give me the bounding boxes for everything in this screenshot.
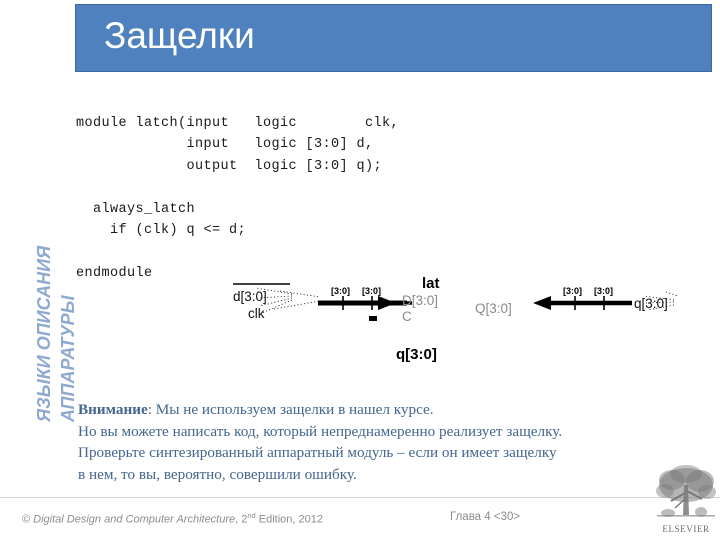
footer-book-title: Digital Design and Computer Architecture <box>33 513 236 526</box>
bus-width-label-1: [3:0] <box>331 286 350 296</box>
diagram-output-q-label: q[3:0] <box>634 296 668 311</box>
note-line-4: в нем, то вы, вероятно, совершили ошибку… <box>78 465 357 483</box>
bus-width-label-4: [3:0] <box>594 286 613 296</box>
note-emphasis: Внимание <box>78 401 148 418</box>
elsevier-wordmark: ELSEVIER <box>662 524 710 534</box>
note-line-1: Внимание: Мы не используем защелки в наш… <box>78 399 658 421</box>
latch-schematic-diagram: d[3:0] clk [3:0] [3:0] lat D[3:0] C Q[3:… <box>200 272 680 382</box>
diagram-bottom-output-label: q[3:0] <box>396 346 437 363</box>
port-q-label: Q[3:0] <box>475 301 512 316</box>
footer-divider <box>0 497 720 498</box>
sidebar-caption-line1: ЯЗЫКИ ОПИСАНИЯ <box>34 245 54 422</box>
footer-chapter-number: Глава 4 <30> <box>450 511 521 523</box>
component-name-label: lat <box>422 275 440 292</box>
port-d-label: D[3:0] <box>402 293 438 308</box>
diagram-input-clk-label: clk <box>248 306 265 321</box>
clk-stub-marker <box>369 316 377 321</box>
bus-width-label-2: [3:0] <box>362 286 381 296</box>
footer-edition-suffix: Edition, 2012 <box>255 513 323 526</box>
page-title: Защелки <box>104 15 255 56</box>
note-line-1-rest: : Мы не используем защелки в нашел курсе… <box>147 401 434 418</box>
copyright-symbol: © <box>22 513 31 526</box>
warning-note: Внимание: Мы не используем защелки в наш… <box>78 399 658 485</box>
diagram-input-d-label: d[3:0] <box>233 289 267 304</box>
port-c-label: C <box>402 309 412 324</box>
slide-title-bar: Защелки <box>75 4 712 72</box>
bus-arrowhead-left <box>378 296 396 310</box>
footer-edition-ordinal: nd <box>247 511 256 520</box>
footer-copyright: © Digital Design and Computer Architectu… <box>22 511 323 526</box>
note-line-2: Но вы можете написать код, который непре… <box>78 422 563 440</box>
bus-width-label-3: [3:0] <box>563 286 582 296</box>
verilog-code-block: module latch(input logic clk, input logi… <box>76 115 400 282</box>
footer-edition-prefix: , 2 <box>235 513 248 526</box>
note-line-3: Проверьте синтезированный аппаратный мод… <box>78 444 557 461</box>
bus-arrowhead-right <box>533 296 551 310</box>
